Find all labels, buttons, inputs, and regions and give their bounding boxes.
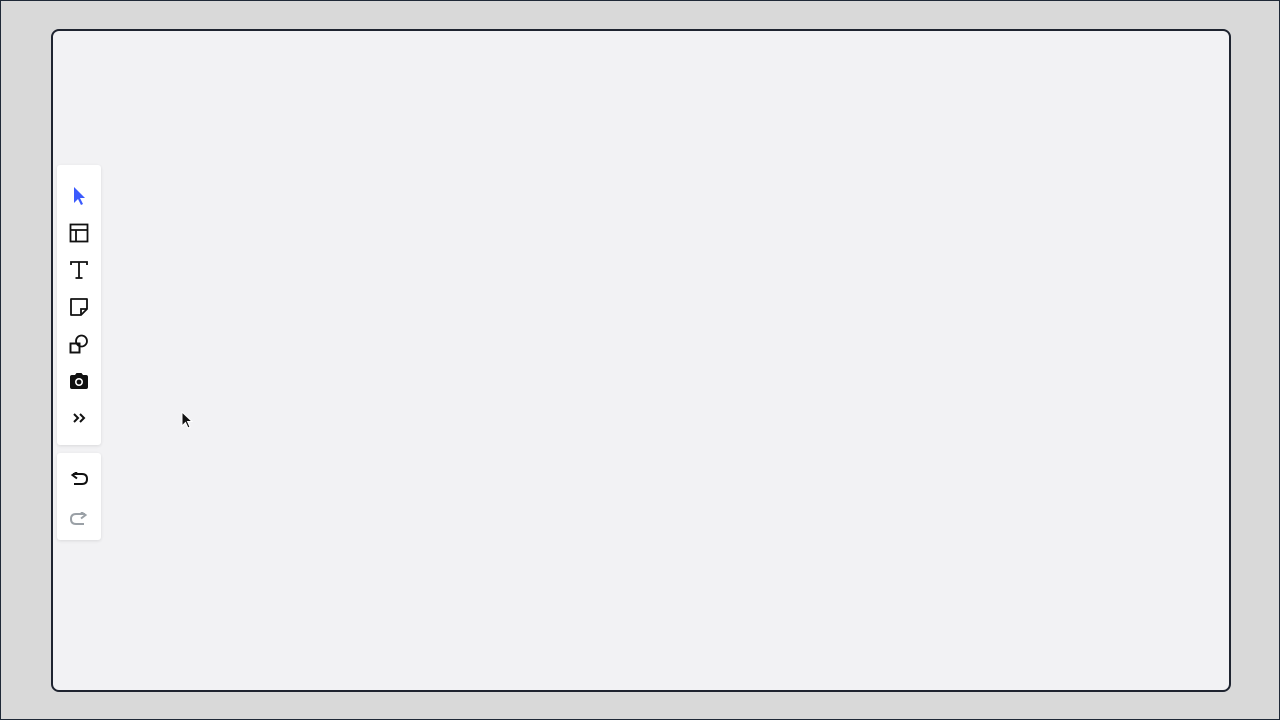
camera-icon xyxy=(70,372,88,389)
chevrons-right-icon xyxy=(73,412,86,423)
history-toolbar xyxy=(57,453,101,540)
sticky-note-tool[interactable] xyxy=(61,288,97,325)
text-tool[interactable] xyxy=(61,251,97,288)
select-tool[interactable] xyxy=(61,177,97,214)
screen xyxy=(0,0,1280,720)
undo-button[interactable] xyxy=(61,459,97,499)
undo-icon xyxy=(70,472,89,485)
more-tools[interactable] xyxy=(61,399,97,436)
redo-icon xyxy=(69,512,88,525)
sticky-note-icon xyxy=(70,297,88,316)
tools-toolbar xyxy=(57,165,101,445)
pointer-icon xyxy=(74,186,85,205)
layout-icon xyxy=(69,223,89,242)
capture-tool[interactable] xyxy=(61,362,97,399)
whiteboard-canvas[interactable] xyxy=(51,29,1231,692)
text-icon xyxy=(70,260,88,279)
redo-button[interactable] xyxy=(61,499,97,539)
shapes-tool[interactable] xyxy=(61,325,97,362)
shapes-icon xyxy=(69,334,88,353)
frame-tool[interactable] xyxy=(61,214,97,251)
